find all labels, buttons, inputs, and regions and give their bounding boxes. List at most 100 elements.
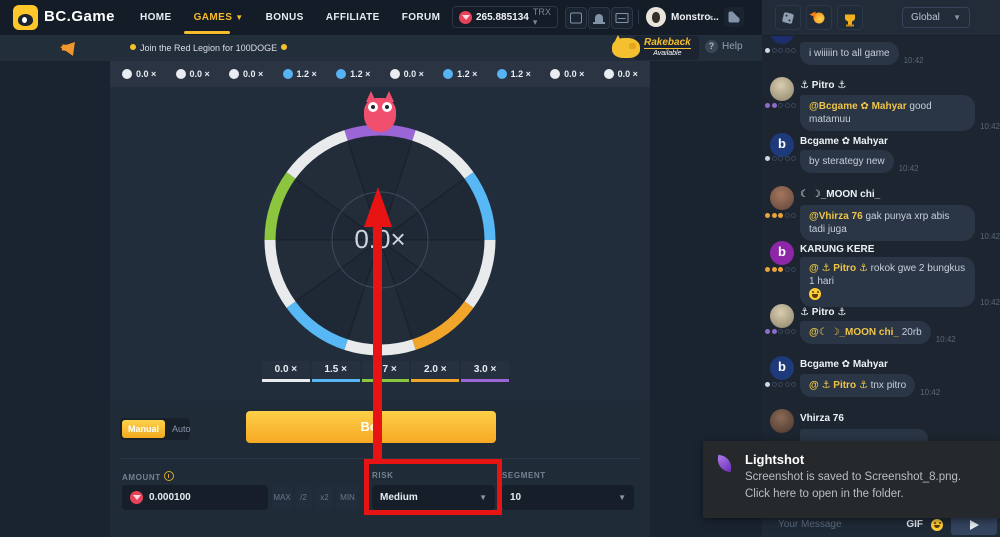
bulb-icon xyxy=(130,44,136,50)
help-label: Help xyxy=(722,41,743,52)
avatar[interactable]: b xyxy=(770,133,794,157)
bet-button[interactable]: Bet xyxy=(246,411,496,443)
history-label: 0.0 × xyxy=(136,69,156,79)
chat-region-select[interactable]: Global ▼ xyxy=(902,7,970,28)
nav-item-home[interactable]: HOME xyxy=(140,12,172,23)
double-button[interactable]: x2 xyxy=(316,485,333,510)
half-button[interactable]: /2 xyxy=(295,485,312,510)
currency-selector[interactable]: TRX ▾ xyxy=(533,7,551,28)
user-avatar[interactable] xyxy=(646,7,666,27)
info-icon[interactable] xyxy=(164,471,174,481)
history-dot xyxy=(390,69,400,79)
vault-icon xyxy=(570,13,582,24)
manual-mode-button[interactable]: Manual xyxy=(122,420,165,438)
chat-mention[interactable]: @ ⚓ Pitro ⚓ xyxy=(809,263,871,274)
help-icon: ? xyxy=(705,40,718,53)
auto-mode-button[interactable]: Auto xyxy=(165,424,198,434)
avatar[interactable] xyxy=(770,77,794,101)
gif-button[interactable]: GIF xyxy=(906,519,923,530)
trx-coin-icon xyxy=(459,11,472,24)
vault-button[interactable] xyxy=(565,7,587,29)
chat-input[interactable]: Your Message xyxy=(778,519,842,530)
chat-username[interactable]: Vhirza 76 xyxy=(800,413,844,424)
history-item[interactable]: 1.2 × xyxy=(443,69,477,79)
bcgame-app: BC.Game HOME GAMES▼ BONUS AFFILIATE FORUM 26… xyxy=(0,0,1000,537)
owl-pointer-icon xyxy=(363,94,397,134)
chat-region-value: Global xyxy=(911,12,940,23)
history-item[interactable]: 0.0 × xyxy=(122,69,156,79)
games-active-underline xyxy=(184,31,230,34)
history-item[interactable]: 0.0 × xyxy=(604,69,638,79)
chat-mention[interactable]: @Vhirza 76 xyxy=(809,211,865,222)
laugh-emoji-icon xyxy=(809,288,821,300)
rakeback-widget[interactable]: Rakeback Available xyxy=(612,36,699,60)
lightshot-notification[interactable]: Lightshot Screenshot is saved to Screens… xyxy=(703,441,1000,518)
emoji-picker-icon[interactable] xyxy=(931,519,943,531)
avatar[interactable] xyxy=(770,304,794,328)
history-dot xyxy=(550,69,560,79)
notification-line2[interactable]: Click here to open in the folder. xyxy=(745,488,904,500)
history-item[interactable]: 1.2 × xyxy=(497,69,531,79)
avatar[interactable]: b xyxy=(770,356,794,380)
fireball-icon xyxy=(814,12,825,23)
history-item[interactable]: 0.0 × xyxy=(176,69,210,79)
mode-toggle: Manual Auto xyxy=(120,418,190,440)
avatar[interactable] xyxy=(770,186,794,210)
chat-username[interactable]: Bcgame ✿ Mahyar xyxy=(800,359,888,370)
message-time: 10:42 xyxy=(920,388,940,397)
chat-username[interactable]: ⚓ Pitro ⚓ xyxy=(800,307,846,318)
chat-bubble: @Vhirza 76 gak punya xrp abis tadi juga xyxy=(800,205,975,241)
rakeback-title: Rakeback xyxy=(644,38,691,48)
chat-bubble: @ ⚓ Pitro ⚓ rokok gwe 2 bungkus 1 hari xyxy=(800,257,975,307)
avatar[interactable] xyxy=(770,409,794,433)
notifications-button[interactable] xyxy=(588,7,610,29)
chat-username[interactable]: KARUNG KERE xyxy=(800,244,874,255)
chat-contest-button[interactable] xyxy=(837,5,863,30)
avatar[interactable]: b xyxy=(770,241,794,265)
balance-amount: 265.885134 xyxy=(476,12,529,23)
nav-item-bonus[interactable]: BONUS xyxy=(266,12,304,23)
chat-username[interactable]: ⚓ Pitro ⚓ xyxy=(800,80,846,91)
brand-title[interactable]: BC.Game xyxy=(44,8,115,25)
history-label: 0.0 × xyxy=(564,69,584,79)
message-time: 10:42 xyxy=(980,298,1000,307)
chevron-down-icon: ▼ xyxy=(618,493,626,502)
announcement-text[interactable]: Join the Red Legion for 100DOGE xyxy=(126,43,291,53)
user-level-badges xyxy=(765,329,796,334)
max-button[interactable]: MAX xyxy=(272,485,292,510)
history-label: 1.2 × xyxy=(297,69,317,79)
chat-games-button[interactable] xyxy=(775,5,801,30)
history-item[interactable]: 1.2 × xyxy=(283,69,317,79)
chat-mention[interactable]: @☾ ☽_MOON chi_ xyxy=(809,327,902,338)
nav-item-games[interactable]: GAMES▼ xyxy=(194,12,244,23)
user-level-badges xyxy=(765,267,796,272)
chat-mention[interactable]: @ ⚓ Pitro ⚓ xyxy=(809,380,871,391)
message-time: 10:42 xyxy=(936,335,956,344)
nav-item-forum[interactable]: FORUM xyxy=(402,12,441,23)
help-button[interactable]: ? Help xyxy=(705,40,743,53)
legend-item: 1.5 × xyxy=(312,361,360,382)
user-menu-caret-icon[interactable]: ▾ xyxy=(709,13,713,22)
chat-username[interactable]: ☾ ☽_MOON chi_ xyxy=(800,189,880,200)
nav-item-affiliate[interactable]: AFFILIATE xyxy=(326,12,380,23)
chat-mention[interactable]: @Bcgame ✿ Mahyar xyxy=(809,101,909,112)
legend-item: 0.0 × xyxy=(262,361,310,382)
chat-username[interactable]: Bcgame ✿ Mahyar xyxy=(800,136,888,147)
messages-button[interactable] xyxy=(611,7,633,29)
notification-title: Lightshot xyxy=(745,452,804,467)
segment-select[interactable]: 10 ▼ xyxy=(502,485,634,510)
history-item[interactable]: 0.0 × xyxy=(390,69,424,79)
history-label: 0.0 × xyxy=(190,69,210,79)
chat-bubble: @ ⚓ Pitro ⚓ tnx pitro xyxy=(800,374,915,397)
amount-input[interactable]: 0.000100 xyxy=(122,485,268,510)
history-item[interactable]: 0.0 × xyxy=(550,69,584,79)
history-item[interactable]: 0.0 × xyxy=(229,69,263,79)
annotation-rectangle xyxy=(364,459,502,515)
history-item[interactable]: 1.2 × xyxy=(336,69,370,79)
legend-item: 3.0 × xyxy=(461,361,509,382)
min-button[interactable]: MIN xyxy=(337,485,358,510)
bcgame-logo[interactable] xyxy=(13,5,38,30)
balance-pill[interactable]: 265.885134 TRX ▾ xyxy=(452,6,558,28)
chat-collapse-button[interactable] xyxy=(724,7,744,27)
chat-hot-button[interactable] xyxy=(806,5,832,30)
